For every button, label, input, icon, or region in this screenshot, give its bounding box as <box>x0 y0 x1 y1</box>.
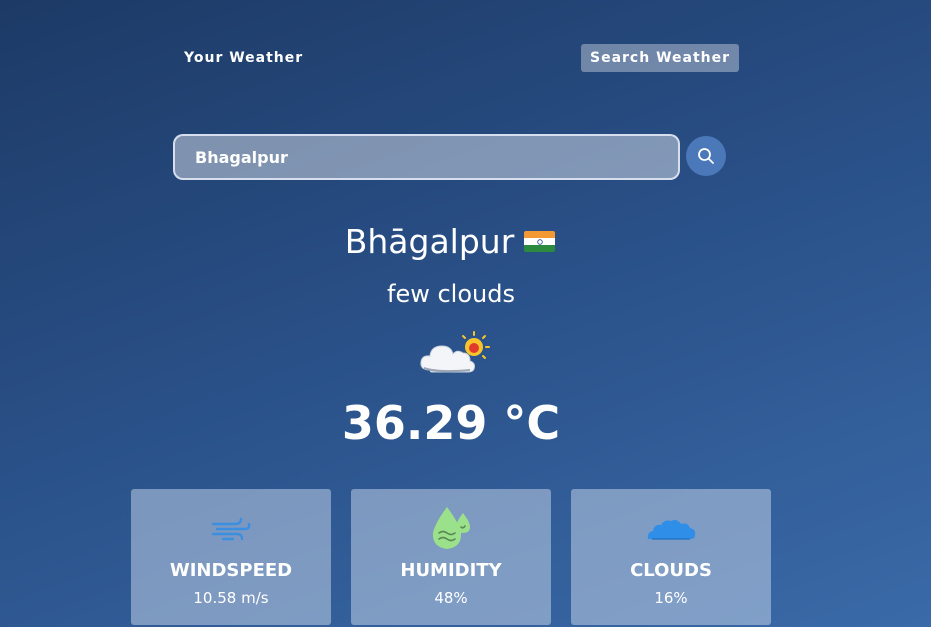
windspeed-value: 10.58 m/s <box>193 589 269 607</box>
clouds-title: CLOUDS <box>630 560 712 581</box>
humidity-title: HUMIDITY <box>400 560 502 581</box>
city-search-input[interactable] <box>173 134 680 180</box>
humidity-icon <box>432 507 470 549</box>
location-row: Bhāgalpur <box>0 222 900 261</box>
windspeed-title: WINDSPEED <box>169 560 293 581</box>
search-icon <box>698 148 714 164</box>
humidity-value: 48% <box>434 589 468 607</box>
city-name: Bhāgalpur <box>344 222 515 261</box>
search-button[interactable] <box>686 136 726 176</box>
clouds-value: 16% <box>654 589 688 607</box>
tab-your-weather[interactable]: Your Weather <box>175 44 312 72</box>
clouds-icon <box>647 520 696 540</box>
humidity-card: HUMIDITY 48% <box>351 489 551 625</box>
clouds-card: CLOUDS 16% <box>571 489 771 625</box>
tab-search-weather[interactable]: Search Weather <box>581 44 740 72</box>
temperature: 36.29 °C <box>341 396 561 450</box>
wind-icon <box>211 517 251 541</box>
india-flag-icon <box>524 231 556 252</box>
few-clouds-icon <box>420 331 490 373</box>
weather-description: few clouds <box>387 280 515 308</box>
windspeed-card: WINDSPEED 10.58 m/s <box>131 489 331 625</box>
